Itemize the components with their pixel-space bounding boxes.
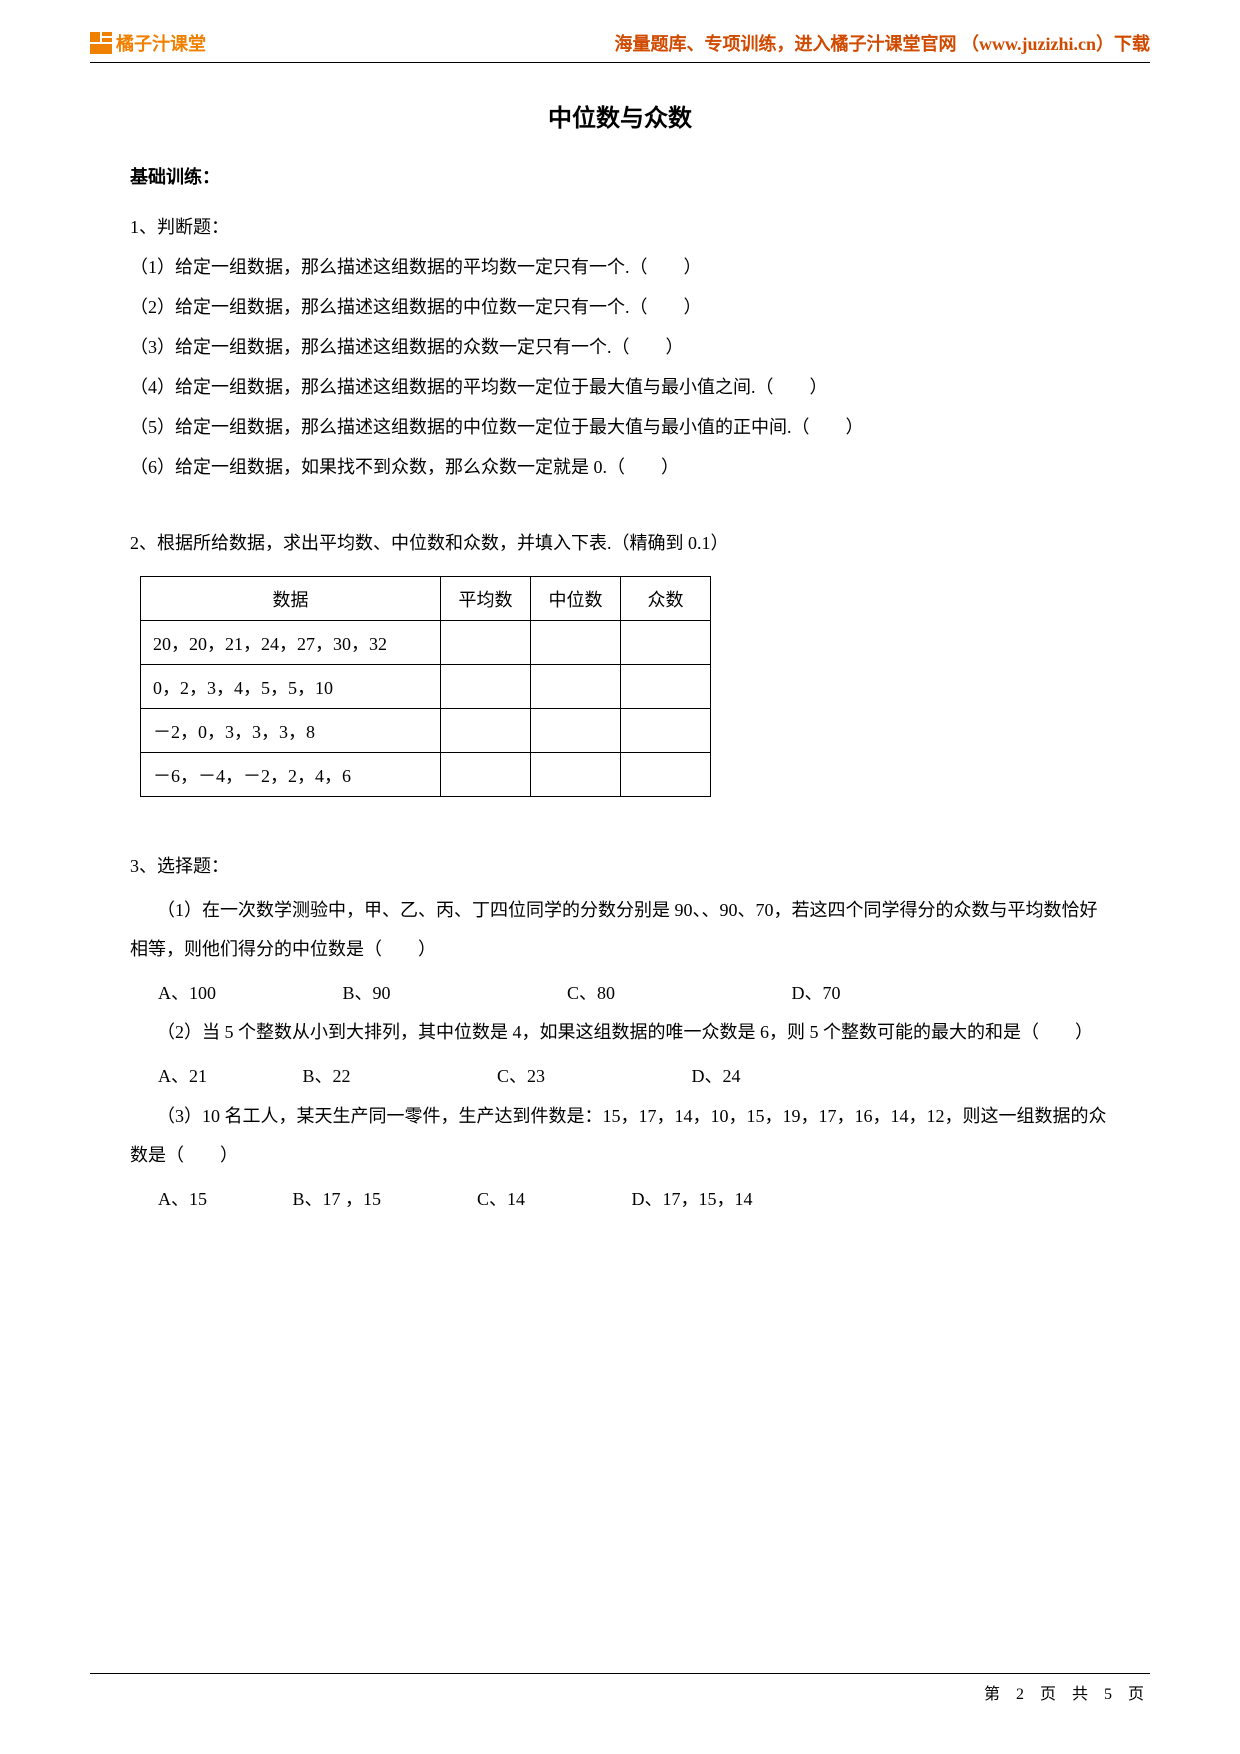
table-row: －6，－4，－2，2，4，6 <box>141 753 711 797</box>
cell-mode <box>621 621 711 665</box>
q1-item-5: （5）给定一组数据，那么描述这组数据的中位数一定位于最大值与最小值的正中间.（ … <box>130 409 1110 445</box>
cell-mode <box>621 709 711 753</box>
q3-sub2-options: A、21 B、22 C、23 D、24 <box>130 1057 1110 1097</box>
page-title: 中位数与众数 <box>130 98 1110 133</box>
q1-item-3: （3）给定一组数据，那么描述这组数据的众数一定只有一个.（ ） <box>130 329 1110 365</box>
q3-sub2-text: （2）当 5 个整数从小到大排列，其中位数是 4，如果这组数据的唯一众数是 6，… <box>130 1013 1110 1053</box>
opt-b: B、22 <box>303 1057 493 1097</box>
opt-d: D、24 <box>692 1057 741 1097</box>
cell-median <box>531 621 621 665</box>
opt-b: B、90 <box>343 974 563 1014</box>
cell-median <box>531 709 621 753</box>
q2-intro: 2、根据所给数据，求出平均数、中位数和众数，并填入下表.（精确到 0.1） <box>130 525 1110 561</box>
opt-a: A、100 <box>158 974 338 1014</box>
page-header: 橘子汁课堂 海量题库、专项训练，进入橘子汁课堂官网 （www.juzizhi.c… <box>90 30 1150 63</box>
opt-c: C、80 <box>567 974 787 1014</box>
content-area: 中位数与众数 基础训练： 1、判断题： （1）给定一组数据，那么描述这组数据的平… <box>130 98 1110 1219</box>
opt-d: D、17，15，14 <box>632 1180 753 1220</box>
th-mode: 众数 <box>621 577 711 621</box>
section-basic-label: 基础训练： <box>130 163 1110 189</box>
cell-data: 20，20，21，24，27，30，32 <box>141 621 441 665</box>
q1-intro: 1、判断题： <box>130 209 1110 245</box>
opt-a: A、15 <box>158 1180 288 1220</box>
page-number: 第 2 页 共 5 页 <box>984 1686 1150 1703</box>
cell-mode <box>621 753 711 797</box>
cell-mode <box>621 665 711 709</box>
th-data: 数据 <box>141 577 441 621</box>
cell-median <box>531 665 621 709</box>
q2-table: 数据 平均数 中位数 众数 20，20，21，24，27，30，32 0，2，3… <box>140 576 711 797</box>
brand: 橘子汁课堂 <box>90 30 206 56</box>
q1-item-6: （6）给定一组数据，如果找不到众数，那么众数一定就是 0.（ ） <box>130 449 1110 485</box>
th-median: 中位数 <box>531 577 621 621</box>
table-header-row: 数据 平均数 中位数 众数 <box>141 577 711 621</box>
cell-data: －6，－4，－2，2，4，6 <box>141 753 441 797</box>
cell-mean <box>441 753 531 797</box>
opt-b: B、17 ，15 <box>293 1180 473 1220</box>
cell-mean <box>441 709 531 753</box>
page-footer: 第 2 页 共 5 页 <box>90 1673 1150 1704</box>
q1-item-4: （4）给定一组数据，那么描述这组数据的平均数一定位于最大值与最小值之间.（ ） <box>130 369 1110 405</box>
cell-mean <box>441 621 531 665</box>
q3-sub1-options: A、100 B、90 C、80 D、70 <box>130 974 1110 1014</box>
opt-a: A、21 <box>158 1057 298 1097</box>
q1-item-1: （1）给定一组数据，那么描述这组数据的平均数一定只有一个.（ ） <box>130 249 1110 285</box>
brand-text: 橘子汁课堂 <box>116 30 206 56</box>
cell-mean <box>441 665 531 709</box>
table-row: 20，20，21，24，27，30，32 <box>141 621 711 665</box>
q1-item-2: （2）给定一组数据，那么描述这组数据的中位数一定只有一个.（ ） <box>130 289 1110 325</box>
q3-sub3-text: （3）10 名工人，某天生产同一零件，生产达到件数是：15，17，14，10，1… <box>130 1097 1110 1176</box>
q3-sub1-text: （1）在一次数学测验中，甲、乙、丙、丁四位同学的分数分别是 90、、90、70，… <box>130 891 1110 970</box>
table-row: －2，0，3，3，3，8 <box>141 709 711 753</box>
opt-d: D、70 <box>792 974 841 1014</box>
q3-sub3-options: A、15 B、17 ，15 C、14 D、17，15，14 <box>130 1180 1110 1220</box>
q3-block: 3、选择题： （1）在一次数学测验中，甲、乙、丙、丁四位同学的分数分别是 90、… <box>130 847 1110 1219</box>
opt-c: C、23 <box>497 1057 687 1097</box>
logo-icon <box>90 32 112 54</box>
th-mean: 平均数 <box>441 577 531 621</box>
header-right-text: 海量题库、专项训练，进入橘子汁课堂官网 （www.juzizhi.cn）下载 <box>615 30 1151 56</box>
table-row: 0，2，3，4，5，5，10 <box>141 665 711 709</box>
cell-data: －2，0，3，3，3，8 <box>141 709 441 753</box>
cell-median <box>531 753 621 797</box>
q3-intro: 3、选择题： <box>130 847 1110 887</box>
opt-c: C、14 <box>477 1180 627 1220</box>
cell-data: 0，2，3，4，5，5，10 <box>141 665 441 709</box>
